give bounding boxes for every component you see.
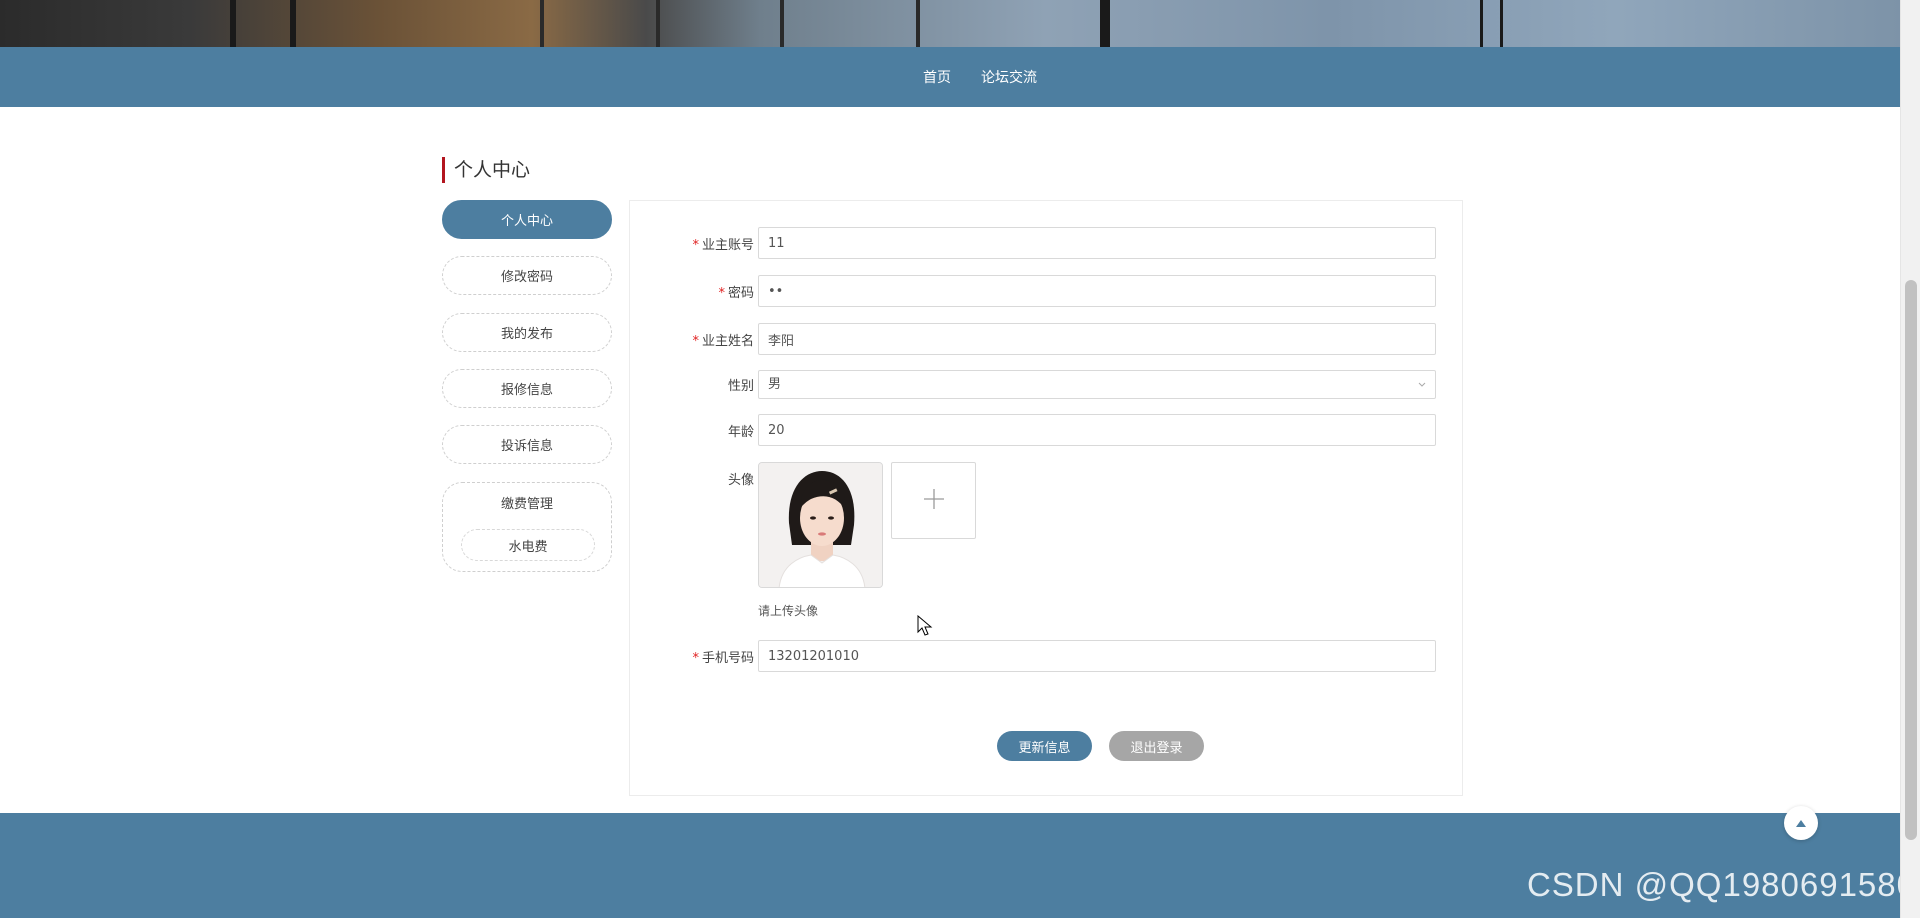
form-row-name: * 业主姓名 — [630, 323, 1464, 355]
password-input[interactable] — [758, 275, 1436, 307]
page-title: 个人中心 — [442, 157, 530, 183]
scrollbar-thumb[interactable] — [1905, 280, 1917, 840]
form-row-avatar: 头像 请上传头像 — [630, 462, 1464, 632]
avatar-upload-button[interactable] — [891, 462, 976, 539]
nav-forum-link[interactable]: 论坛交流 — [981, 67, 1037, 87]
age-input[interactable] — [758, 414, 1436, 446]
name-input[interactable] — [758, 323, 1436, 355]
profile-form: *业主账号 *密码 *业主姓名 性别 男 年龄 头像 — [629, 200, 1463, 796]
page-scrollbar[interactable] — [1900, 0, 1920, 918]
back-to-top-button[interactable] — [1784, 806, 1818, 840]
form-row-account: * 业主账号 — [630, 227, 1464, 259]
avatar-upload-hint: 请上传头像 — [758, 604, 819, 618]
sidebar-item-change-password[interactable]: 修改密码 — [442, 256, 612, 295]
name-label: * 业主姓名 — [692, 334, 754, 349]
password-label: * 密码 — [718, 286, 754, 301]
age-label: 年龄 — [727, 425, 754, 440]
form-row-age: 年龄 — [630, 414, 1464, 446]
nav-home-link[interactable]: 首页 — [923, 67, 951, 87]
avatar-label: 头像 — [727, 473, 754, 488]
gender-value: 男 — [768, 377, 782, 392]
mouse-cursor-icon — [917, 614, 933, 641]
form-row-gender: 性别 男 — [630, 370, 1464, 402]
form-row-password: * 密码 — [630, 275, 1464, 307]
sidebar-subitem-utilities[interactable]: 水电费 — [461, 529, 595, 561]
sidebar-group-payments: 缴费管理 水电费 — [442, 482, 612, 572]
banner-image — [0, 0, 1900, 47]
update-info-button[interactable]: 更新信息 — [997, 731, 1092, 761]
account-input[interactable] — [758, 227, 1436, 259]
caret-up-icon — [1795, 814, 1807, 833]
sidebar-item-my-posts[interactable]: 我的发布 — [442, 313, 612, 352]
account-label: * 业主账号 — [692, 238, 754, 253]
gender-label: 性别 — [727, 379, 754, 394]
plus-icon — [922, 487, 946, 515]
sidebar-item-complaints[interactable]: 投诉信息 — [442, 425, 612, 464]
phone-label: * 手机号码 — [692, 651, 754, 666]
phone-input[interactable] — [758, 640, 1436, 672]
chevron-down-icon — [1417, 371, 1427, 408]
sidebar-item-repairs[interactable]: 报修信息 — [442, 369, 612, 408]
sidebar-item-profile[interactable]: 个人中心 — [442, 200, 612, 239]
gender-select[interactable]: 男 — [758, 370, 1436, 399]
avatar-image — [758, 462, 883, 588]
main-nav: 首页 论坛交流 — [0, 47, 1900, 107]
sidebar-group-label[interactable]: 缴费管理 — [443, 483, 611, 521]
logout-button[interactable]: 退出登录 — [1109, 731, 1204, 761]
form-row-phone: * 手机号码 — [630, 640, 1464, 672]
watermark-text: CSDN @QQ1980691580 — [1526, 866, 1916, 903]
